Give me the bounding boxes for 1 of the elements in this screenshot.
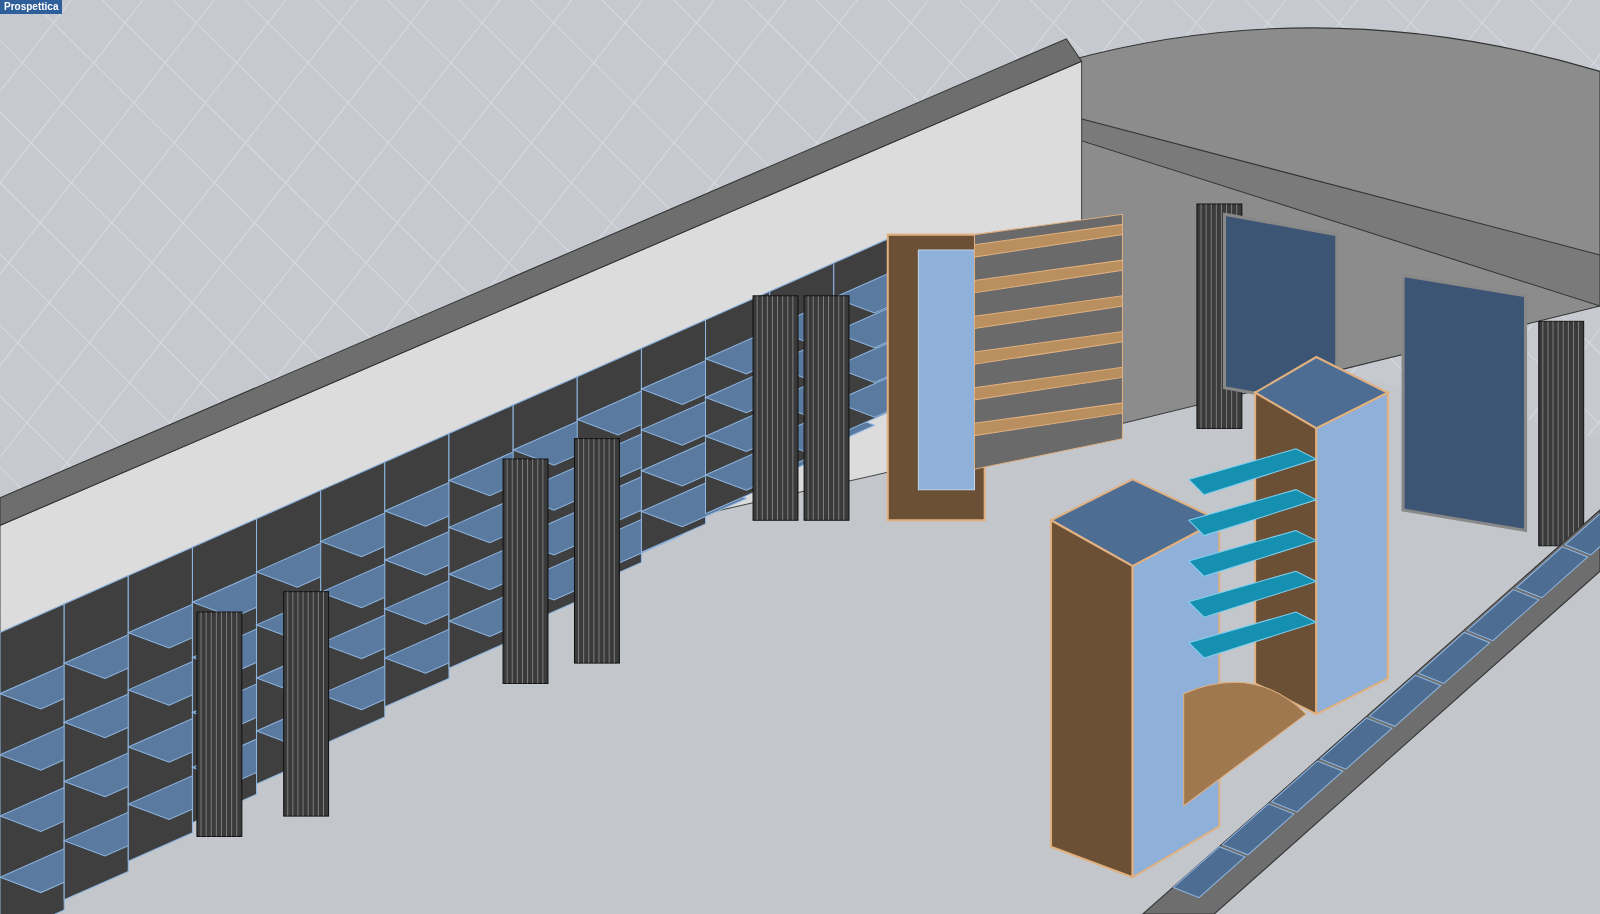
viewport-label[interactable]: Prospettica: [0, 0, 63, 14]
